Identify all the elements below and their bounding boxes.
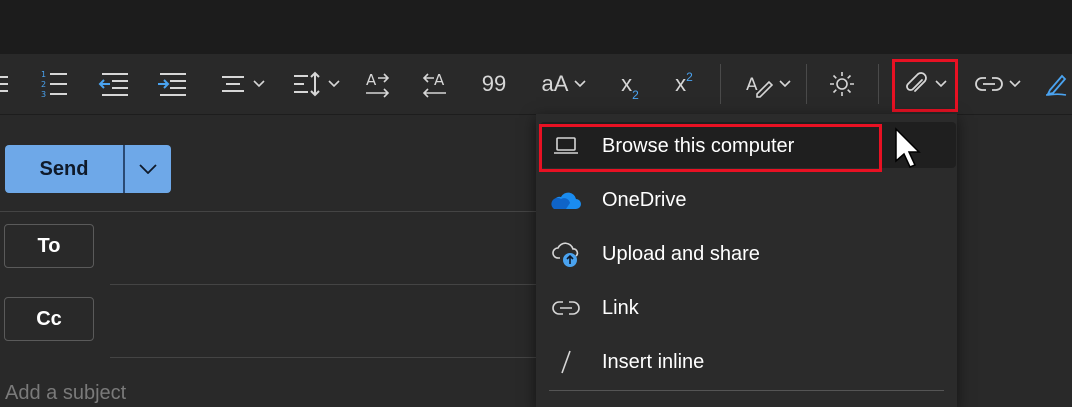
chevron-down-icon <box>1009 80 1021 88</box>
to-field-underline <box>110 284 536 285</box>
change-case-icon: aA <box>541 71 569 96</box>
bullet-list-button[interactable] <box>0 54 14 114</box>
styles-pen-icon: A <box>746 75 773 98</box>
toolbar-separator <box>878 64 879 104</box>
menu-item-label: OneDrive <box>602 188 687 211</box>
to-button[interactable]: To <box>4 224 94 268</box>
chevron-down-icon <box>574 80 587 88</box>
subscript-icon: x2 <box>621 71 639 102</box>
chevron-down-icon <box>779 80 791 88</box>
insert-link-button[interactable] <box>970 54 1026 114</box>
line-spacing-icon <box>294 71 320 97</box>
title-bar <box>0 0 1072 54</box>
cc-button[interactable]: Cc <box>4 297 94 341</box>
numbered-list-icon: 1 2 3 <box>41 70 67 99</box>
right-to-left-button[interactable]: A <box>418 54 452 114</box>
superscript-icon: x2 <box>675 70 693 96</box>
left-to-right-icon: A <box>366 71 390 98</box>
numbered-list-button[interactable]: 1 2 3 <box>36 54 72 114</box>
align-button[interactable] <box>214 54 270 114</box>
decrease-indent-button[interactable] <box>96 54 132 114</box>
subject-input[interactable]: Add a subject <box>5 382 126 405</box>
line-spacing-button[interactable] <box>288 54 344 114</box>
svg-text:2: 2 <box>41 80 46 89</box>
increase-indent-icon <box>158 73 186 96</box>
menu-item-label: Insert inline <box>602 350 705 373</box>
menu-item-upload-share[interactable]: Upload and share <box>536 230 957 278</box>
right-to-left-icon: A <box>422 71 446 98</box>
quote-icon: 99 <box>481 71 507 96</box>
send-split-button: Send <box>5 145 171 193</box>
cloud-upload-icon <box>550 238 582 270</box>
menu-divider <box>549 390 944 391</box>
bullet-list-icon <box>0 76 8 92</box>
signature-button[interactable] <box>1040 54 1072 114</box>
chevron-down-icon <box>253 80 265 88</box>
link-icon <box>975 77 1003 91</box>
menu-item-onedrive[interactable]: OneDrive <box>536 176 957 224</box>
styles-button[interactable]: A <box>738 54 798 114</box>
subscript-glyph: x <box>621 71 633 96</box>
mouse-cursor-icon <box>895 127 921 168</box>
svg-text:A: A <box>366 71 377 89</box>
browse-highlight-box <box>539 124 882 172</box>
menu-item-label: Link <box>602 296 639 319</box>
left-to-right-button[interactable]: A <box>360 54 394 114</box>
increase-indent-button[interactable] <box>154 54 190 114</box>
menu-item-link[interactable]: Link <box>536 284 957 332</box>
svg-text:A: A <box>746 75 758 95</box>
insert-inline-icon <box>550 346 582 378</box>
menu-item-label: Upload and share <box>602 242 760 265</box>
toolbar-separator <box>720 64 721 104</box>
chevron-down-icon <box>139 164 157 174</box>
subscript-button[interactable]: x2 <box>612 54 648 114</box>
onedrive-cloud-icon <box>550 184 582 216</box>
sun-icon <box>830 72 854 96</box>
align-icon <box>222 76 244 92</box>
send-button[interactable]: Send <box>5 145 123 193</box>
chevron-down-icon <box>328 80 340 88</box>
cc-field-underline <box>110 357 536 358</box>
menu-item-insert-inline[interactable]: Insert inline <box>536 338 957 386</box>
superscript-button[interactable]: x2 <box>666 54 702 114</box>
divider <box>0 211 536 212</box>
attach-highlight-box <box>892 59 958 112</box>
svg-text:A: A <box>434 71 445 89</box>
toolbar-separator <box>806 64 807 104</box>
svg-text:1: 1 <box>41 70 46 79</box>
quote-button[interactable]: 99 <box>474 54 514 114</box>
brightness-button[interactable] <box>824 54 860 114</box>
decrease-indent-icon <box>98 73 128 96</box>
send-options-button[interactable] <box>125 145 171 193</box>
svg-text:3: 3 <box>41 90 46 99</box>
link-icon <box>550 292 582 324</box>
change-case-button[interactable]: aA <box>534 54 594 114</box>
superscript-glyph: x <box>675 71 687 96</box>
signature-pen-icon <box>1045 74 1067 96</box>
